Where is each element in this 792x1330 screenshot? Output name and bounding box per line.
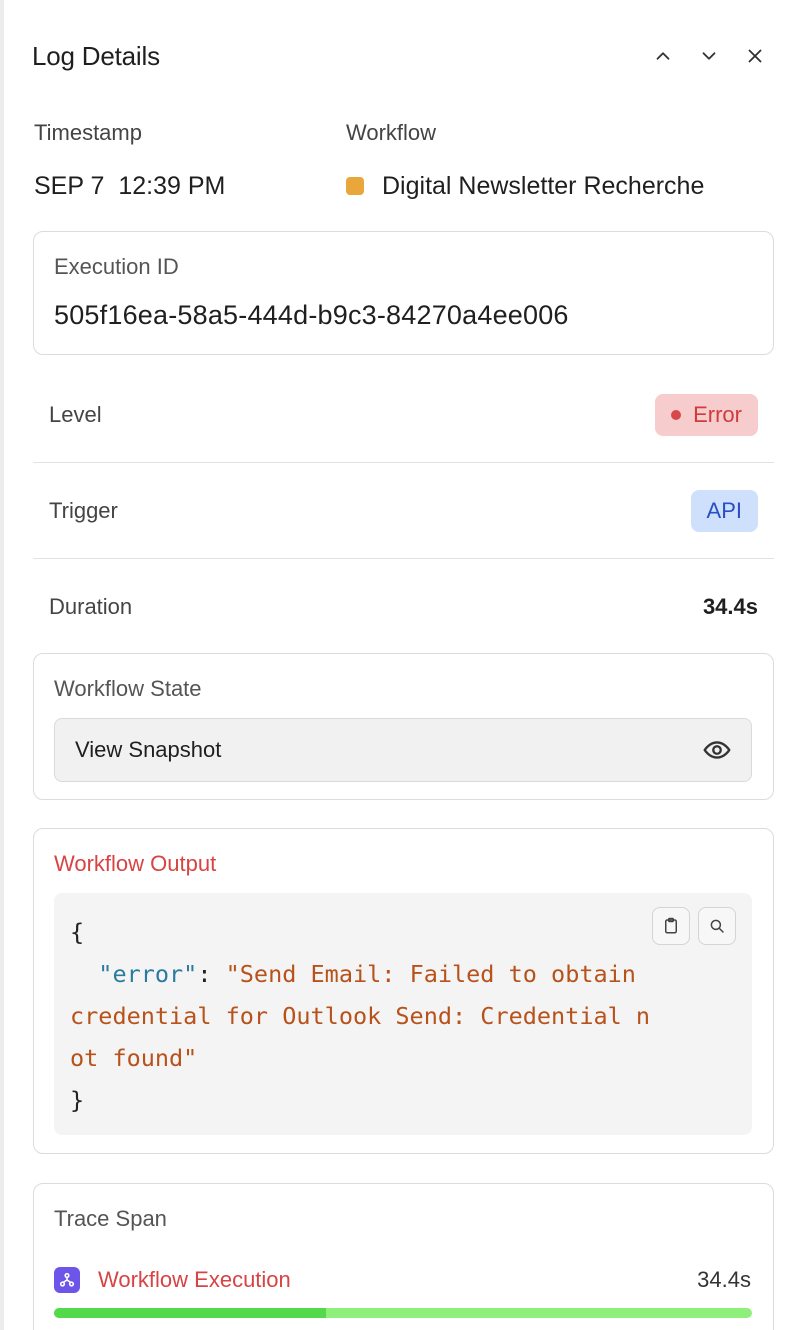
execution-id-card: Execution ID 505f16ea-58a5-444d-b9c3-842… bbox=[33, 231, 774, 355]
workflow-state-card: Workflow State View Snapshot bbox=[33, 653, 774, 800]
search-button[interactable] bbox=[698, 907, 736, 945]
workflow-output-label: Workflow Output bbox=[54, 851, 217, 876]
error-dot-icon bbox=[671, 409, 682, 420]
workflow-value: Digital Newsletter Recherche bbox=[346, 172, 704, 201]
execution-id-value: 505f16ea-58a5-444d-b9c3-84270a4ee006 bbox=[54, 300, 569, 330]
next-log-button[interactable] bbox=[694, 41, 724, 71]
level-label: Level bbox=[49, 401, 102, 427]
code-open-brace: { bbox=[70, 918, 85, 946]
header-actions bbox=[648, 41, 770, 71]
workflow-color-indicator bbox=[346, 177, 364, 195]
level-badge: Error bbox=[655, 393, 758, 436]
code-value-line-2: credential for Outlook Send: Credential … bbox=[70, 1002, 651, 1030]
trigger-row: Trigger API bbox=[33, 463, 774, 559]
eye-icon bbox=[703, 741, 731, 759]
view-snapshot-button[interactable]: View Snapshot bbox=[54, 718, 752, 782]
trace-span-name: Workflow Execution bbox=[98, 1267, 291, 1292]
search-icon bbox=[710, 919, 724, 933]
trace-span-progress-fill bbox=[54, 1308, 327, 1318]
output-code-block: { "error": "Send Email: Failed to obtain… bbox=[54, 893, 752, 1135]
workflow-icon bbox=[54, 1267, 80, 1293]
execution-id-label: Execution ID bbox=[54, 254, 179, 279]
chevron-up-icon bbox=[656, 52, 670, 60]
duration-label: Duration bbox=[49, 594, 133, 619]
close-button[interactable] bbox=[740, 41, 770, 71]
trace-span-duration: 34.4s bbox=[697, 1267, 751, 1292]
panel-header: Log Details bbox=[32, 36, 770, 76]
copy-button[interactable] bbox=[652, 907, 690, 945]
trigger-label: Trigger bbox=[49, 497, 118, 523]
previous-log-button[interactable] bbox=[648, 41, 678, 71]
trace-span-progress-bar bbox=[54, 1308, 752, 1318]
clipboard-icon bbox=[665, 917, 677, 934]
trace-span-row[interactable]: Workflow Execution 34.4s bbox=[54, 1264, 751, 1296]
trigger-badge: API bbox=[690, 489, 758, 532]
view-snapshot-label: View Snapshot bbox=[75, 737, 222, 762]
code-toolbar bbox=[652, 907, 736, 945]
workflow-label: Workflow bbox=[346, 120, 437, 145]
duration-value: 34.4s bbox=[702, 594, 758, 619]
code-value-line-3: ot found" bbox=[70, 1044, 198, 1072]
duration-row: Duration 34.4s bbox=[33, 559, 774, 655]
trace-span-label: Trace Span bbox=[54, 1206, 167, 1231]
timestamp-label: Timestamp bbox=[34, 120, 142, 145]
workflow-output-card: Workflow Output { "error": "Send Email: … bbox=[33, 828, 774, 1154]
workflow-state-label: Workflow State bbox=[54, 676, 202, 701]
code-colon: : bbox=[197, 960, 226, 988]
panel-title: Log Details bbox=[32, 40, 160, 71]
chevron-down-icon bbox=[702, 52, 716, 60]
code-close-brace: } bbox=[70, 1086, 85, 1114]
close-icon bbox=[748, 49, 762, 63]
workflow-name: Digital Newsletter Recherche bbox=[382, 172, 705, 200]
timestamp-value: SEP 7 12:39 PM bbox=[34, 172, 226, 200]
code-value-line-1: "Send Email: Failed to obtain bbox=[225, 960, 636, 988]
panel-edge bbox=[0, 0, 4, 1330]
code-key: "error" bbox=[98, 960, 198, 988]
trace-span-card: Trace Span Workflow Execution 34.4s bbox=[33, 1183, 774, 1330]
level-row: Level Error bbox=[33, 367, 774, 463]
trace-span-info: Workflow Execution bbox=[54, 1267, 291, 1293]
level-badge-text: Error bbox=[693, 401, 742, 427]
